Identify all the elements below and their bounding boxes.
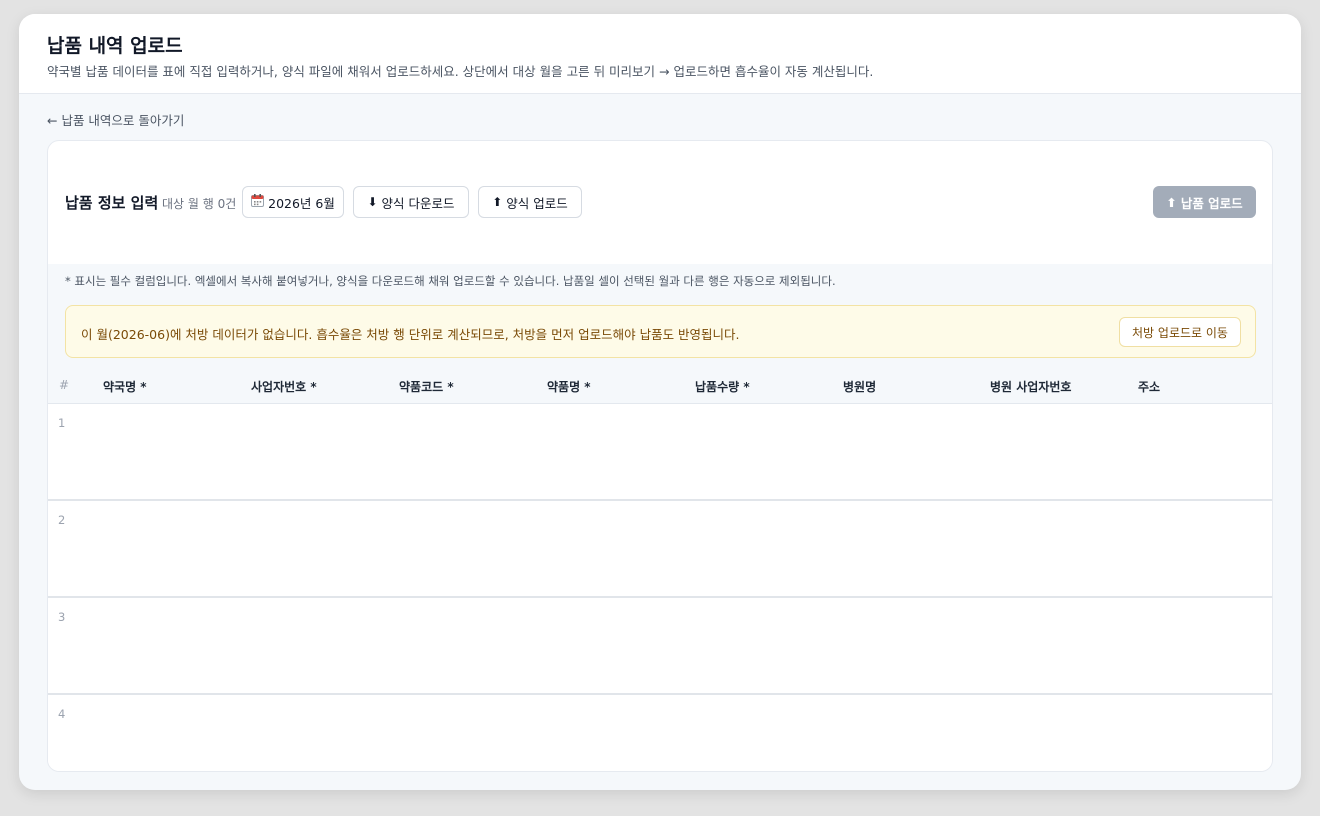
table-row[interactable]: 4 [48, 695, 1272, 771]
no-prescription-warning: 이 월(2026-06)에 처방 데이터가 없습니다. 흡수율은 처방 행 단위… [65, 305, 1256, 358]
column-header-hospital-business-number: 병원 사업자번호 [990, 380, 1072, 394]
download-arrow-icon: ⬇ [367, 195, 378, 209]
row-count-meta: 대상 월 행 0건 [162, 197, 237, 211]
table-row[interactable]: 3 [48, 598, 1272, 695]
column-header-delivery-quantity: 납품수량 * [695, 380, 750, 394]
delivery-upload-label: 납품 업로드 [1180, 195, 1243, 211]
warning-text: 이 월(2026-06)에 처방 데이터가 없습니다. 흡수율은 처방 행 단위… [81, 327, 740, 342]
column-header-hospital-name: 병원명 [843, 380, 877, 394]
month-picker-button[interactable]: 2026년 6월 [242, 186, 344, 218]
upload-arrow-icon: ⬆ [1166, 194, 1177, 210]
template-upload-button[interactable]: ⬆ 양식 업로드 [478, 186, 582, 218]
column-header-drug-name: 약품명 * [547, 380, 591, 394]
calendar-icon [251, 194, 265, 210]
table-header: # 약국명 * 사업자번호 * 약품코드 * 약품명 * 납품수량 * 병원명 … [48, 368, 1272, 404]
template-upload-label: 양식 업로드 [506, 195, 568, 211]
template-download-button[interactable]: ⬇ 양식 다운로드 [353, 186, 469, 218]
row-index: 4 [58, 707, 66, 721]
page-header: 납품 내역 업로드 약국별 납품 데이터를 표에 직접 입력하거나, 양식 파일… [19, 14, 1301, 94]
column-header-address: 주소 [1138, 380, 1161, 394]
toolbar: 납품 정보 입력 대상 월 행 0건 2026년 6월 ⬇ 양식 다운로드 ⬆ … [48, 141, 1272, 264]
table-row[interactable]: 1 [48, 404, 1272, 501]
hint-area: * 표시는 필수 컬럼입니다. 엑셀에서 복사해 붙여넣거나, 양식을 다운로드… [48, 264, 1272, 368]
month-label: 2026년 6월 [268, 195, 335, 211]
page-description: 약국별 납품 데이터를 표에 직접 입력하거나, 양식 파일에 채워서 업로드하… [47, 64, 874, 79]
go-to-prescription-upload-button[interactable]: 처방 업로드로 이동 [1119, 317, 1241, 347]
column-header-index: # [59, 378, 70, 392]
column-header-drug-code: 약품코드 * [399, 380, 454, 394]
page-title: 납품 내역 업로드 [47, 35, 183, 57]
table-row[interactable]: 2 [48, 501, 1272, 598]
app-window: 납품 내역 업로드 약국별 납품 데이터를 표에 직접 입력하거나, 양식 파일… [19, 14, 1301, 790]
row-index: 3 [58, 610, 66, 624]
column-header-business-number: 사업자번호 * [251, 380, 317, 394]
row-index: 1 [58, 416, 66, 430]
delivery-upload-button[interactable]: ⬆ 납품 업로드 [1153, 186, 1256, 218]
required-columns-hint: * 표시는 필수 컬럼입니다. 엑셀에서 복사해 붙여넣거나, 양식을 다운로드… [65, 274, 836, 288]
back-link[interactable]: ← 납품 내역으로 돌아가기 [47, 110, 184, 129]
column-header-pharmacy-name: 약국명 * [103, 380, 147, 394]
section-title: 납품 정보 입력 [65, 194, 159, 212]
template-download-label: 양식 다운로드 [381, 195, 455, 211]
row-index: 2 [58, 513, 66, 527]
upload-arrow-icon: ⬆ [492, 195, 503, 209]
delivery-input-card: 납품 정보 입력 대상 월 행 0건 2026년 6월 ⬇ 양식 다운로드 ⬆ … [47, 140, 1273, 772]
